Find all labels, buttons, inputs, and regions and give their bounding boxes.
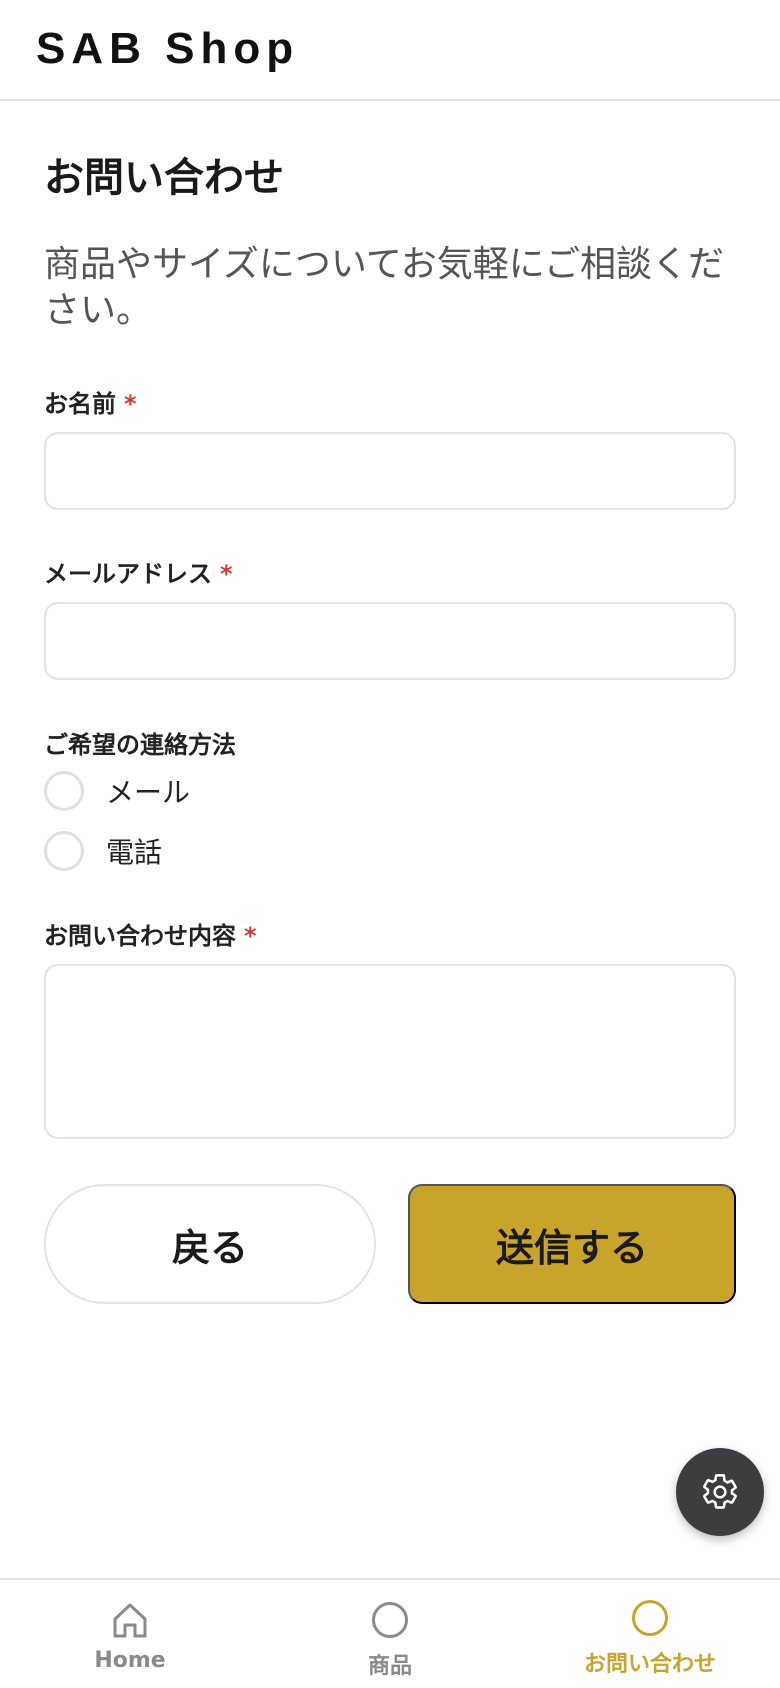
email-label: メールアドレス * xyxy=(44,554,233,589)
nav-label-products: 商品 xyxy=(367,1654,412,1679)
radio-option-phone[interactable]: 電話 xyxy=(44,831,162,871)
nav-label-contact: お問い合わせ xyxy=(583,1652,716,1677)
radio-button[interactable] xyxy=(44,771,84,811)
email-label-text: メールアドレス xyxy=(44,560,212,588)
nav-item-contact[interactable]: お問い合わせ xyxy=(520,1580,780,1688)
required-mark: * xyxy=(220,560,233,588)
required-mark: * xyxy=(244,922,257,950)
gear-icon xyxy=(703,1474,737,1509)
radio-label-email: メール xyxy=(106,776,191,809)
radio-option-email[interactable]: メール xyxy=(44,771,190,811)
circle-icon xyxy=(372,1602,408,1638)
required-mark: * xyxy=(124,390,137,418)
back-button[interactable]: 戻る xyxy=(44,1184,376,1304)
bottom-nav: Home 商品 お問い合わせ xyxy=(0,1578,780,1688)
nav-item-home[interactable]: Home xyxy=(0,1580,260,1688)
name-input[interactable] xyxy=(44,432,736,510)
email-input[interactable] xyxy=(44,602,736,680)
submit-button[interactable]: 送信する xyxy=(408,1184,736,1304)
message-textarea[interactable] xyxy=(44,964,736,1139)
home-icon xyxy=(113,1603,147,1638)
circle-icon xyxy=(632,1600,668,1636)
nav-item-products[interactable]: 商品 xyxy=(260,1580,520,1688)
nav-label-home: Home xyxy=(94,1648,166,1673)
contact-page: SAB Shop お問い合わせ 商品やサイズについてお気軽にご相談ください。 お… xyxy=(0,0,780,1688)
message-label-text: お問い合わせ内容 xyxy=(44,922,236,950)
message-label: お問い合わせ内容 * xyxy=(44,916,257,951)
radio-button[interactable] xyxy=(44,831,84,871)
page-description: 商品やサイズについてお気軽にご相談ください。 xyxy=(44,244,725,331)
brand-logo[interactable]: SAB Shop xyxy=(36,24,299,74)
contact-method-label: ご希望の連絡方法 xyxy=(44,731,236,759)
radio-label-phone: 電話 xyxy=(106,836,163,869)
app-header: SAB Shop xyxy=(0,0,780,101)
page-title: お問い合わせ xyxy=(44,155,284,201)
name-label: お名前 * xyxy=(44,384,137,419)
settings-fab[interactable] xyxy=(676,1448,764,1536)
name-label-text: お名前 xyxy=(44,390,116,418)
